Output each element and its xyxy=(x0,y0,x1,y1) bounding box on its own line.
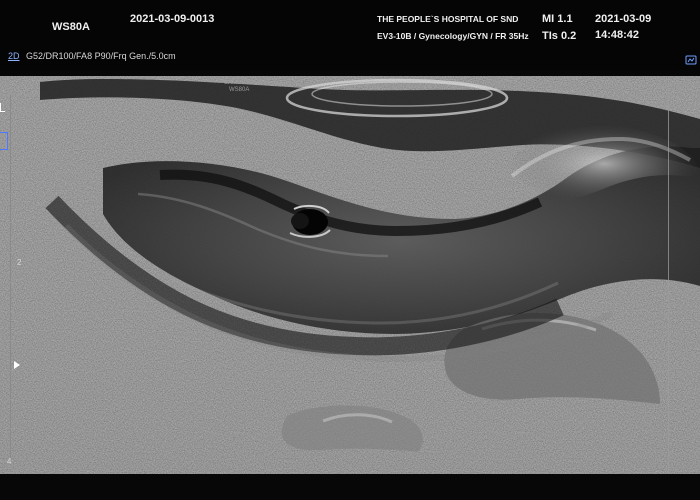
ultrasound-screen: WS80A 2021-03-09-0013 THE PEOPLE`S HOSPI… xyxy=(0,0,700,500)
watermark-line-2: WS80A xyxy=(229,87,250,93)
depth-scale-mark xyxy=(10,399,14,400)
depth-tick-2: 2 xyxy=(17,258,22,267)
depth-scale-mark xyxy=(10,282,14,283)
screen-icon[interactable] xyxy=(685,52,697,65)
depth-scale-mark xyxy=(10,164,14,165)
depth-scale-mark xyxy=(10,222,14,223)
ultrasound-image-area: SAMSUNG WS80A xyxy=(0,76,700,474)
exam-date: 2021-03-09 xyxy=(595,13,652,25)
imaging-params: G52/DR100/FA8 P90/Frq Gen./5.0cm xyxy=(26,51,176,61)
tis-value: TIs 0.2 xyxy=(542,30,577,42)
depth-scale-mark xyxy=(10,193,14,194)
depth-scale-mark xyxy=(10,340,14,341)
device-watermark: SAMSUNG WS80A xyxy=(224,80,254,94)
device-name: WS80A xyxy=(52,21,90,33)
exam-time: 14:48:42 xyxy=(595,29,640,41)
header-bar: WS80A 2021-03-09-0013 THE PEOPLE`S HOSPI… xyxy=(0,0,700,70)
depth-scale-mark xyxy=(10,311,14,312)
depth-scale-mark xyxy=(10,370,14,371)
mode-2d-link[interactable]: 2D xyxy=(8,51,20,61)
probe-info: EV3-10B / Gynecology/GYN / FR 35Hz xyxy=(377,31,529,41)
ultrasound-image xyxy=(0,76,700,474)
patient-id: 2021-03-09-0013 xyxy=(130,13,215,25)
depth-scale-mark xyxy=(10,428,14,429)
side-bracket-marker xyxy=(0,132,8,150)
top-left-marker xyxy=(0,103,5,112)
focus-marker-icon[interactable] xyxy=(14,361,20,369)
depth-scale-mark xyxy=(10,252,14,253)
depth-scale-line xyxy=(10,95,11,465)
depth-tick-4: 4 xyxy=(7,457,12,466)
hospital-name: THE PEOPLE`S HOSPITAL OF SND xyxy=(377,14,519,24)
watermark-line-1: SAMSUNG xyxy=(224,80,255,86)
imaging-params-line: 2D G52/DR100/FA8 P90/Frq Gen./5.0cm xyxy=(8,51,176,61)
mi-value: MI 1.1 xyxy=(542,13,573,25)
